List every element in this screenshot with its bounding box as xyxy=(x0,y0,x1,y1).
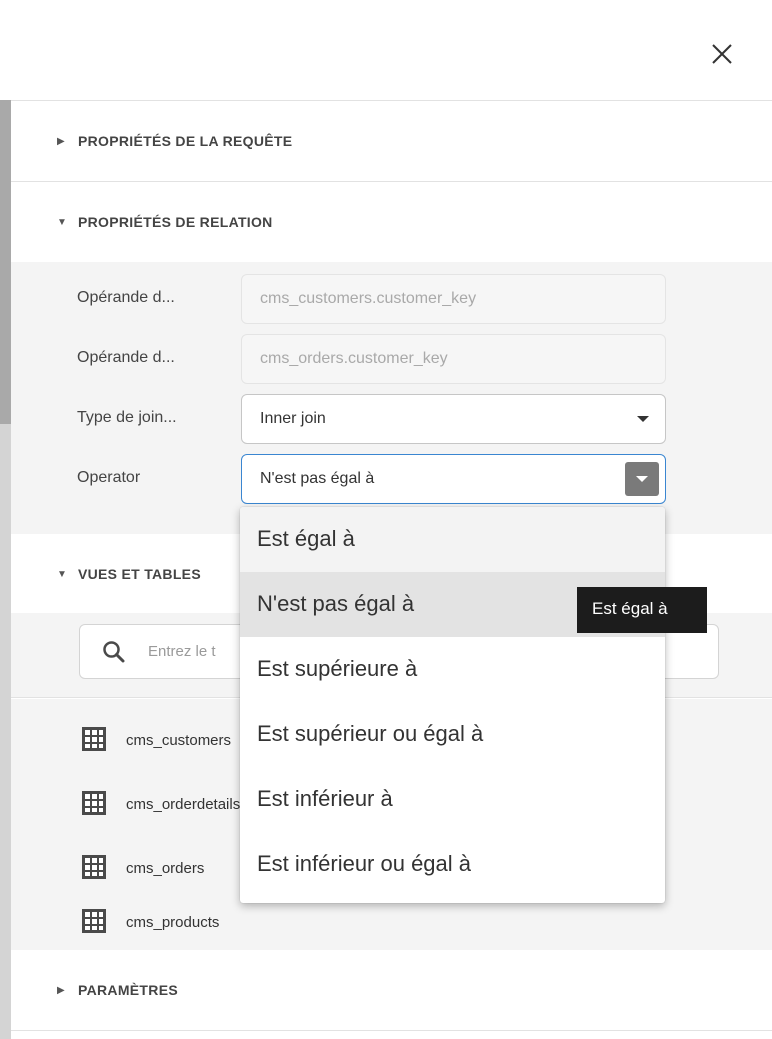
tooltip: Est égal à xyxy=(577,587,707,633)
left-operand-label: Opérande d... xyxy=(77,289,175,306)
relation-properties-body: Opérande d... cms_customers.customer_key… xyxy=(11,262,772,534)
collapsed-arrow-icon: ▶ xyxy=(57,985,65,996)
join-type-value: Inner join xyxy=(260,410,326,427)
section-title: PROPRIÉTÉS DE LA REQUÊTE xyxy=(78,133,293,149)
operator-dropdown-menu: Est égal à N'est pas égal à Est supérieu… xyxy=(240,507,665,903)
table-name: cms_orderdetails xyxy=(126,796,241,813)
close-icon xyxy=(712,44,732,64)
section-title: PARAMÈTRES xyxy=(78,982,178,998)
operator-select[interactable]: N'est pas égal à xyxy=(241,454,666,504)
operator-label: Operator xyxy=(77,469,141,486)
table-name: cms_orders xyxy=(126,860,205,877)
operator-value: N'est pas égal à xyxy=(260,470,375,487)
close-button[interactable] xyxy=(702,34,742,74)
dropdown-option[interactable]: Est supérieure à xyxy=(240,637,665,702)
search-icon xyxy=(103,641,125,663)
table-name: cms_customers xyxy=(126,732,232,749)
chevron-down-icon xyxy=(636,476,648,482)
expanded-arrow-icon: ▼ xyxy=(57,217,67,228)
join-type-select[interactable]: Inner join xyxy=(241,394,666,444)
dropdown-option[interactable]: Est inférieur ou égal à xyxy=(240,832,665,897)
expanded-arrow-icon: ▼ xyxy=(57,569,67,580)
dropdown-option[interactable]: Est supérieur ou égal à xyxy=(240,702,665,767)
section-parameters[interactable]: ▶ PARAMÈTRES xyxy=(11,950,772,1031)
section-title: PROPRIÉTÉS DE RELATION xyxy=(78,214,273,230)
search-placeholder: Entrez le t xyxy=(148,643,216,660)
dropdown-toggle-button[interactable] xyxy=(625,462,659,496)
join-type-label: Type de join... xyxy=(77,409,177,426)
table-icon xyxy=(82,909,106,933)
table-icon xyxy=(82,727,106,751)
section-title: VUES ET TABLES xyxy=(78,566,201,582)
table-icon xyxy=(82,855,106,879)
dropdown-option[interactable]: Est égal à xyxy=(240,507,665,572)
section-relation-properties[interactable]: ▼ PROPRIÉTÉS DE RELATION xyxy=(11,181,772,262)
right-operand-label: Opérande d... xyxy=(77,349,175,366)
collapsed-arrow-icon: ▶ xyxy=(57,136,65,147)
left-operand-field: cms_customers.customer_key xyxy=(241,274,666,324)
right-operand-field: cms_orders.customer_key xyxy=(241,334,666,384)
chevron-down-icon xyxy=(637,416,649,422)
table-name: cms_products xyxy=(126,914,220,931)
section-query-properties[interactable]: ▶ PROPRIÉTÉS DE LA REQUÊTE xyxy=(11,100,772,181)
dropdown-option[interactable]: Est inférieur à xyxy=(240,767,665,832)
table-icon xyxy=(82,791,106,815)
scrollbar-thumb[interactable] xyxy=(0,100,11,424)
